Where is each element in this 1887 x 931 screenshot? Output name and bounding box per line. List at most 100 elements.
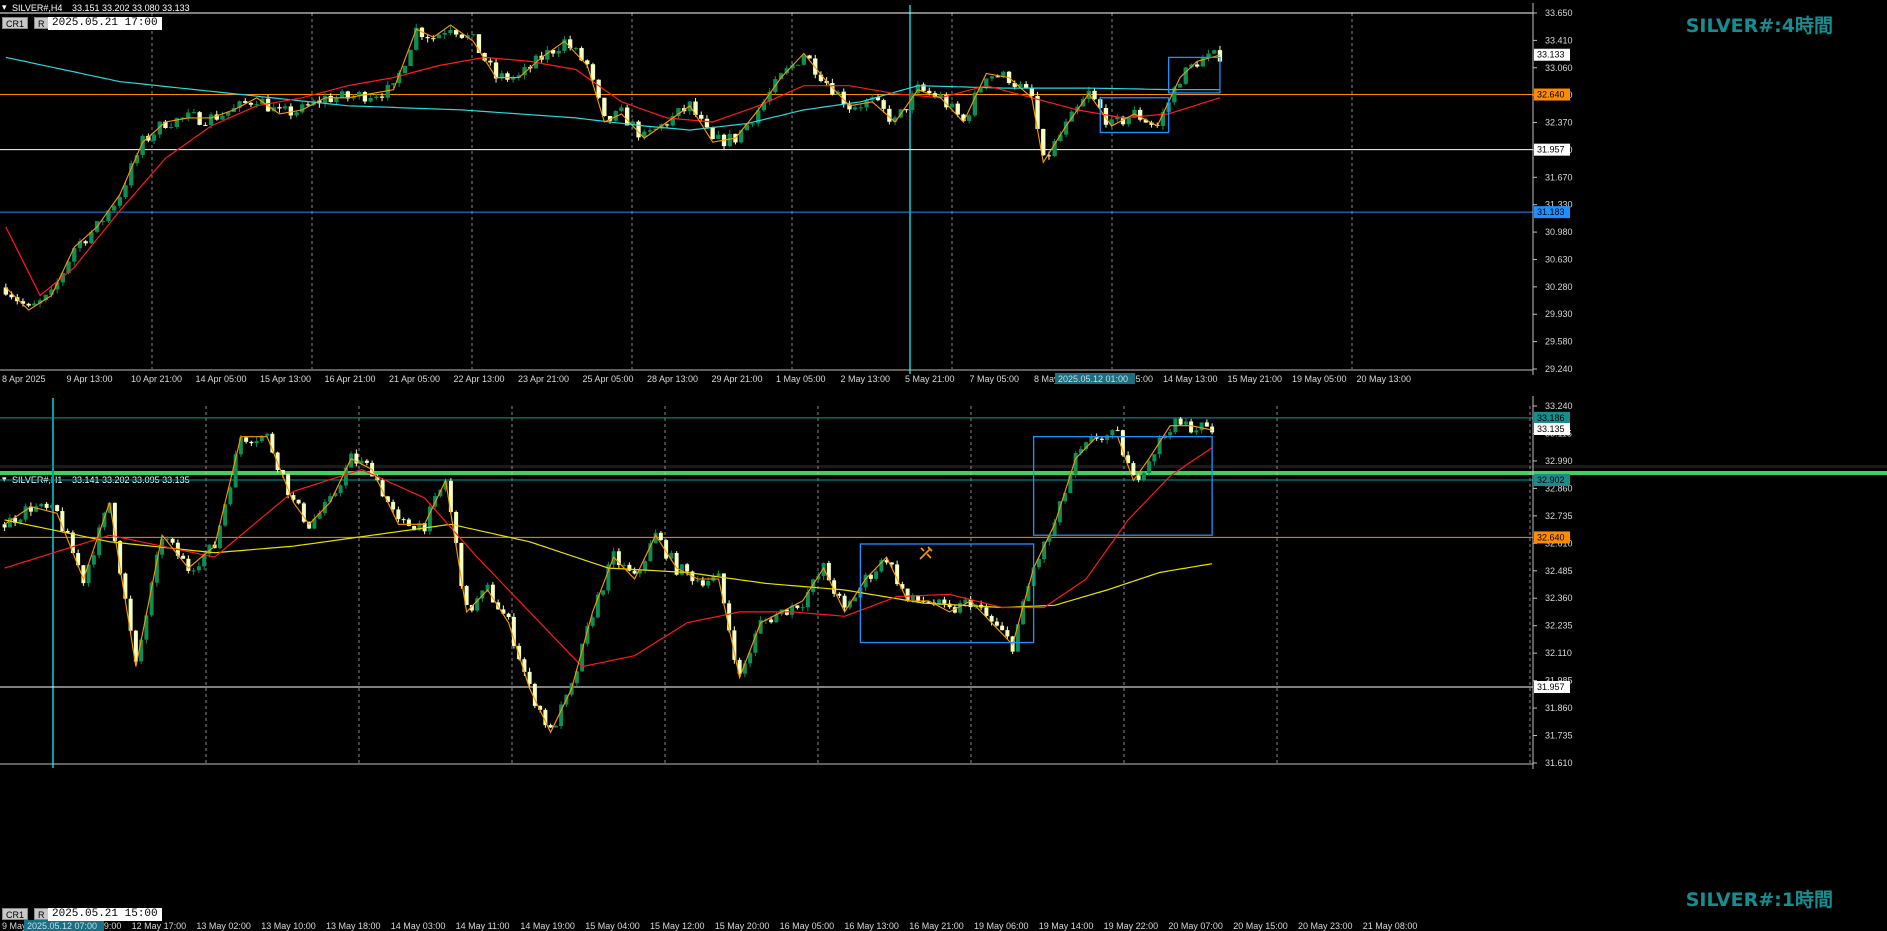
time-tick-label: 22 Apr 13:00: [454, 374, 505, 384]
candle-body: [117, 197, 123, 206]
price-tick-label: 31.735: [1545, 731, 1573, 741]
top-panel-title: SILVER#:4時間: [1686, 15, 1833, 37]
candle-body: [471, 34, 476, 36]
candle-body: [254, 441, 259, 444]
time-tick-label: 14 May 11:00: [456, 921, 510, 931]
candle-body: [632, 570, 637, 574]
bottom-panel-title: SILVER#:1時間: [1686, 889, 1833, 911]
candle-body: [1178, 418, 1183, 425]
price-label: 32.640: [1537, 532, 1565, 542]
candle-body: [379, 96, 385, 98]
price-tick-label: 31.860: [1545, 703, 1573, 713]
candle-body: [505, 73, 510, 80]
candle-body: [238, 437, 243, 455]
price-tick-label: 32.990: [1545, 456, 1573, 466]
candle-body: [288, 106, 294, 116]
candle-body: [23, 506, 28, 520]
candle-body: [368, 97, 373, 102]
candle-body: [362, 92, 368, 102]
candle-body: [1000, 625, 1005, 631]
time-tick-label: 7 May 05:00: [970, 374, 1020, 384]
candle-body: [636, 121, 641, 138]
candle-body: [1105, 435, 1110, 440]
top-panel-menu-icon[interactable]: ▾: [2, 2, 7, 12]
candle-body: [186, 112, 191, 118]
price-tick-label: 32.235: [1545, 621, 1573, 631]
candle-body: [647, 130, 653, 132]
candle-body: [1110, 430, 1115, 436]
time-tick-label: 2 May 13:00: [841, 374, 891, 384]
price-tick-label: 30.280: [1545, 282, 1573, 292]
top-datetime-box[interactable]: 2025.05.21 17:00: [48, 17, 162, 30]
candle-body: [402, 66, 408, 74]
candle-body: [1199, 422, 1204, 431]
price-tick-label: 32.110: [1545, 648, 1572, 658]
candle-body: [858, 107, 864, 109]
time-tick-label: 14 May 13:00: [1163, 374, 1218, 384]
bottom-r-button[interactable]: R: [34, 908, 49, 920]
time-tick-label: 21 May 08:00: [1363, 921, 1418, 931]
candle-body: [1115, 430, 1120, 432]
candle-body: [197, 112, 202, 125]
candle-body: [769, 619, 774, 623]
time-tick-label: 13 May 02:00: [196, 921, 251, 931]
candle-body: [750, 123, 755, 125]
candle-body: [1023, 84, 1029, 88]
time-tick-label: 16 May 21:00: [909, 921, 964, 931]
candle-body: [1131, 463, 1136, 476]
bottom-datetime-box[interactable]: 2025.05.21 15:00: [48, 908, 162, 921]
candle-body: [1212, 50, 1217, 54]
candle-body: [904, 109, 909, 111]
candle-body: [658, 532, 663, 541]
candle-body: [874, 571, 879, 579]
top-cr-button[interactable]: CR1: [2, 17, 29, 29]
candle-body: [1005, 630, 1010, 637]
candle-body: [619, 107, 624, 111]
price-label: 31.183: [1537, 207, 1565, 217]
price-tick-label: 30.630: [1545, 254, 1573, 264]
candle-body: [795, 605, 800, 608]
candle-body: [186, 558, 191, 571]
candle-body: [181, 555, 186, 559]
time-tick-label: 20 May 13:00: [1357, 374, 1412, 384]
candle-body: [801, 55, 807, 65]
time-tick-label: 1 May 05:00: [776, 374, 826, 384]
top-r-button[interactable]: R: [34, 17, 49, 29]
bottom-panel-menu-icon[interactable]: ▾: [2, 474, 7, 484]
candle-body: [1183, 67, 1188, 84]
candle-body: [248, 102, 254, 105]
price-tick-label: 32.370: [1545, 118, 1573, 128]
price-tick-label: 33.060: [1545, 63, 1573, 73]
panel-divider[interactable]: [0, 465, 1887, 468]
candle-body: [294, 112, 299, 116]
candle-body: [602, 97, 607, 116]
time-tick-label: 14 Apr 05:00: [196, 374, 247, 384]
time-tick-label: 9 Apr 13:00: [67, 374, 113, 384]
time-tick-label: 13 May 18:00: [326, 921, 381, 931]
candle-body: [442, 32, 447, 35]
candle-body: [49, 505, 54, 508]
time-tick-label: 16 May 13:00: [844, 921, 899, 931]
candle-body: [168, 126, 174, 128]
price-tick-label: 33.240: [1545, 401, 1573, 411]
candle-body: [958, 602, 963, 613]
candle-body: [425, 37, 430, 39]
candle-body: [296, 499, 301, 504]
candle-body: [622, 564, 627, 566]
bottom-cr-button[interactable]: CR1: [2, 908, 29, 920]
time-tick-label: 15 May 12:00: [650, 921, 705, 931]
candle-body: [1177, 83, 1183, 88]
candle-body: [2, 524, 7, 528]
candle-body: [643, 561, 648, 570]
candle-body: [1126, 117, 1131, 125]
price-tick-label: 32.360: [1545, 593, 1573, 603]
candle-body: [123, 185, 128, 198]
candle-body: [338, 485, 343, 494]
candle-body: [374, 96, 379, 98]
pencil-cross-icon[interactable]: [918, 545, 934, 561]
candle-body: [966, 115, 972, 121]
candle-body: [601, 590, 606, 595]
candle-body: [1015, 624, 1020, 652]
time-tick-label: 29 Apr 21:00: [712, 374, 763, 384]
time-tick-label: 21 Apr 05:00: [389, 374, 440, 384]
